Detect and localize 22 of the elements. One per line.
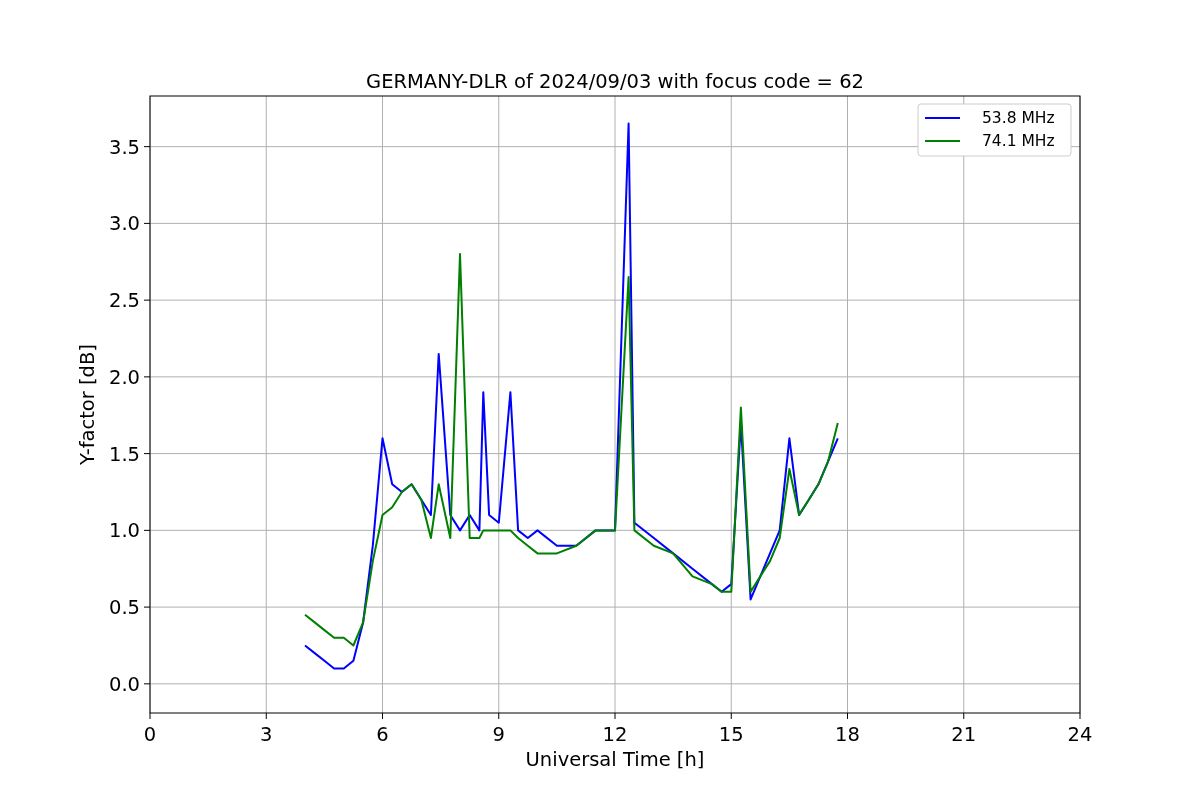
tick-label: 0.0 bbox=[109, 672, 140, 696]
tick-label: 2.0 bbox=[109, 365, 140, 389]
legend-label: 74.1 MHz bbox=[982, 132, 1055, 150]
tick-label: 2.5 bbox=[109, 289, 140, 313]
tick-label: 15 bbox=[718, 723, 744, 746]
tick-label: 0 bbox=[143, 723, 157, 746]
tick-label: 18 bbox=[835, 723, 860, 746]
tick-label: 3.0 bbox=[109, 212, 140, 236]
tick-label: 3.5 bbox=[109, 135, 140, 159]
tick-label: 1.0 bbox=[109, 519, 140, 543]
tick-label: 1.5 bbox=[109, 442, 140, 466]
tick-label: 0.5 bbox=[109, 596, 140, 620]
tick-label: 24 bbox=[1067, 723, 1093, 746]
tick-label: 9 bbox=[492, 723, 505, 746]
chart-title: GERMANY-DLR of 2024/09/03 with focus code = 62 bbox=[366, 70, 864, 93]
axis-label: Y-factor [dB] bbox=[76, 344, 99, 465]
tick-label: 6 bbox=[376, 723, 389, 746]
tick-label: 3 bbox=[260, 723, 273, 746]
legend-label: 53.8 MHz bbox=[982, 109, 1055, 127]
axis-label: Universal Time [h] bbox=[525, 748, 705, 771]
tick-label: 12 bbox=[602, 723, 628, 746]
tick-label: 21 bbox=[951, 723, 977, 746]
